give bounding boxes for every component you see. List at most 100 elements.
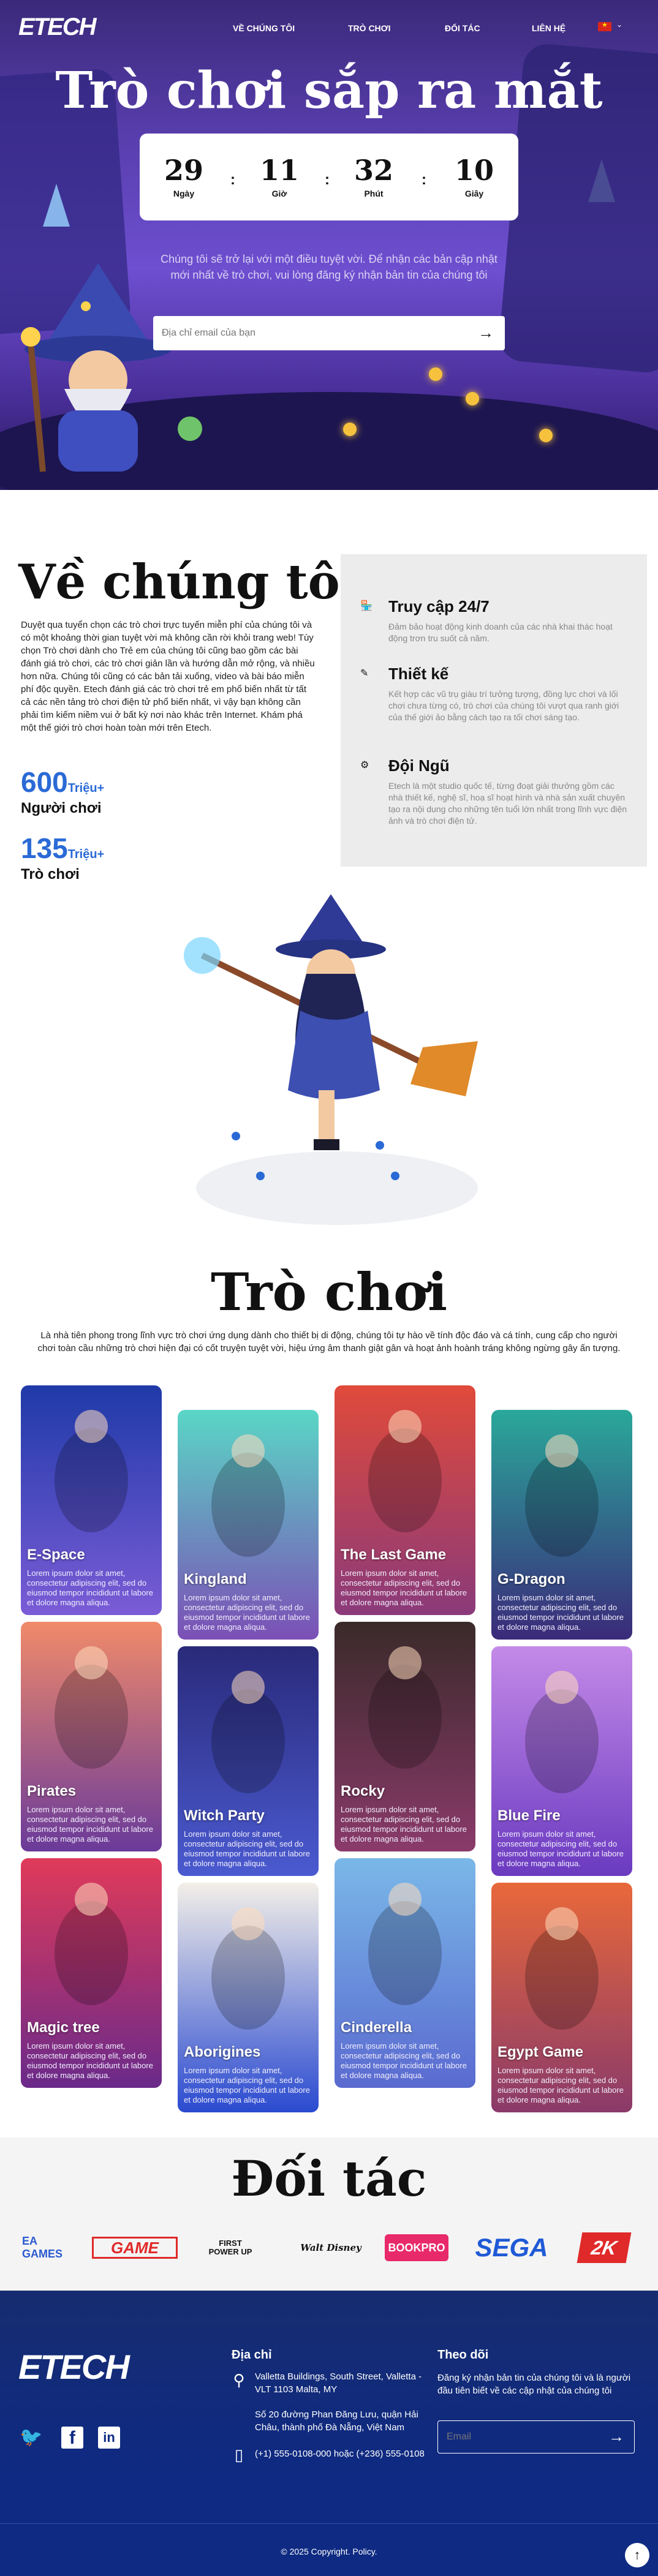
about-text: Duyệt qua tuyển chọn các trò chơi trực t… — [21, 620, 315, 733]
feature-access: 🏪 Truy cập 24/7 Đảm bảo hoạt động kinh d… — [360, 597, 613, 643]
game-card[interactable]: Rocky Lorem ipsum dolor sit amet, consect… — [335, 1622, 475, 1851]
game-card-title: Cinderella — [341, 2019, 412, 2036]
partner-logo-sega[interactable]: SEGA — [467, 2229, 556, 2266]
nav-item-partners[interactable]: ĐỐI TÁC — [445, 23, 480, 33]
follow-text: Đăng ký nhận bản tin của chúng tôi và là… — [437, 2373, 631, 2396]
phone-icon: ▯ — [234, 2446, 244, 2464]
game-card[interactable]: E-Space Lorem ipsum dolor sit amet, conse… — [21, 1385, 162, 1615]
game-card-title: The Last Game — [341, 1546, 447, 1563]
character-silhouette — [525, 1926, 599, 2030]
partner-logo-first-power-up[interactable]: FIRST POWER UP — [206, 2229, 255, 2266]
wizard-illustration — [21, 263, 202, 472]
countdown-separator: : — [230, 171, 235, 188]
follow-heading: Theo dõi — [437, 2348, 489, 2362]
character-silhouette — [211, 1689, 285, 1793]
nav-item-contact[interactable]: LIÊN HỆ — [532, 23, 565, 33]
gold-coin — [343, 423, 357, 436]
arrow-right-icon[interactable]: → — [478, 323, 494, 342]
game-card[interactable]: Kingland Lorem ipsum dolor sit amet, cons… — [178, 1410, 319, 1640]
game-card[interactable]: Witch Party Lorem ipsum dolor sit amet, c… — [178, 1646, 319, 1876]
character-head — [75, 1410, 108, 1443]
character-head — [388, 1883, 422, 1916]
character-silhouette — [55, 1665, 128, 1769]
character-head — [75, 1646, 108, 1679]
stat-games: 135Triệu+ Trò chơi — [21, 832, 105, 883]
linkedin-icon[interactable]: in — [98, 2427, 120, 2449]
footer-email-input[interactable] — [447, 2421, 606, 2453]
character-silhouette — [525, 1453, 599, 1557]
team-icon: ⚙ — [360, 760, 369, 770]
character-head — [545, 1434, 578, 1467]
character-head — [388, 1410, 422, 1443]
nav-item-games[interactable]: TRÒ CHƠI — [348, 23, 391, 33]
character-head — [232, 1671, 265, 1704]
game-card[interactable]: Blue Fire Lorem ipsum dolor sit amet, con… — [491, 1646, 632, 1876]
address-heading: Địa chỉ — [232, 2348, 272, 2362]
game-card[interactable]: The Last Game Lorem ipsum dolor sit amet,… — [335, 1385, 475, 1615]
game-card[interactable]: Egypt Game Lorem ipsum dolor sit amet, co… — [491, 1883, 632, 2112]
hero-title: Trò chơi sắp ra mắt — [55, 61, 603, 120]
countdown-separator: : — [422, 171, 426, 188]
address-line-2: Số 20 đường Phan Đăng Lưu, quận Hải Châu… — [255, 2409, 418, 2433]
witch-illustration — [184, 894, 478, 1225]
game-card[interactable]: Cinderella Lorem ipsum dolor sit amet, co… — [335, 1858, 475, 2088]
chevron-down-icon[interactable]: ⌄ — [616, 20, 622, 29]
game-card-text: Lorem ipsum dolor sit amet, consectetur … — [184, 1829, 310, 1868]
character-silhouette — [211, 1453, 285, 1557]
partners-title: Đối tác — [231, 2150, 427, 2207]
games-description: Là nhà tiên phong trong lĩnh vực trò chơ… — [37, 1330, 621, 1354]
game-card-text: Lorem ipsum dolor sit amet, consectetur … — [184, 1593, 310, 1632]
address-line-1: Valletta Buildings, South Street, Vallet… — [255, 2371, 422, 2395]
facebook-icon[interactable]: f — [61, 2427, 83, 2449]
game-card-title: Aborigines — [184, 2044, 261, 2060]
game-card-title: E-Space — [27, 1546, 85, 1563]
gold-coin — [429, 367, 442, 381]
partner-logo-game[interactable]: GAME — [92, 2237, 178, 2259]
game-card-text: Lorem ipsum dolor sit amet, consectetur … — [497, 2066, 624, 2104]
game-card[interactable]: Magic tree Lorem ipsum dolor sit amet, co… — [21, 1858, 162, 2088]
game-card[interactable]: G-Dragon Lorem ipsum dolor sit amet, cons… — [491, 1410, 632, 1640]
countdown-separator: : — [325, 171, 330, 188]
arrow-right-icon[interactable]: → — [608, 2427, 624, 2446]
twitter-icon[interactable]: 🐦 — [20, 2427, 42, 2448]
footer-logo[interactable]: ETECH — [18, 2347, 130, 2387]
etech-logo[interactable]: ETECH — [18, 13, 97, 41]
game-card-text: Lorem ipsum dolor sit amet, consectetur … — [27, 2041, 153, 2080]
game-card[interactable]: Aborigines Lorem ipsum dolor sit amet, co… — [178, 1883, 319, 2112]
design-icon: ✎ — [360, 668, 369, 679]
hero-section: ETECH VỀ CHÚNG TÔI TRÒ CHƠI ĐỐI TÁC LIÊN… — [0, 0, 658, 490]
back-to-top-button[interactable]: ↑ — [625, 2543, 649, 2567]
countdown-minutes: 32 Phút — [354, 154, 393, 198]
game-card-title: Blue Fire — [497, 1807, 561, 1824]
about-title: Về chúng tôi — [18, 554, 358, 610]
game-card-text: Lorem ipsum dolor sit amet, consectetur … — [497, 1593, 624, 1632]
character-head — [232, 1907, 265, 1940]
crystal-decoration — [43, 184, 70, 227]
game-card-title: Magic tree — [27, 2019, 100, 2036]
email-input[interactable] — [162, 316, 456, 350]
features-panel: 🏪 Truy cập 24/7 Đảm bảo hoạt động kinh d… — [341, 554, 647, 867]
partner-logo-ea[interactable]: EA GAMES — [22, 2229, 65, 2266]
character-head — [545, 1671, 578, 1704]
nav-item-about[interactable]: VỀ CHÚNG TÔI — [233, 23, 295, 33]
character-silhouette — [55, 1901, 128, 2005]
phone-number[interactable]: (+1) 555-0108-000 hoặc (+236) 555-0108 — [255, 2447, 433, 2460]
stat-players: 600Triệu+ Người chơi — [21, 766, 105, 816]
partner-logo-bookpro[interactable]: BOOKPRO — [385, 2234, 448, 2261]
store-icon: 🏪 — [360, 601, 372, 611]
game-card[interactable]: Pirates Lorem ipsum dolor sit amet, conse… — [21, 1622, 162, 1851]
character-silhouette — [211, 1926, 285, 2030]
character-head — [232, 1434, 265, 1467]
partner-logo-disney[interactable]: Walt Disney — [294, 2229, 368, 2266]
copyright: © 2025 Copyright. Policy. — [281, 2547, 377, 2556]
character-silhouette — [368, 1665, 442, 1769]
game-card-text: Lorem ipsum dolor sit amet, consectetur … — [341, 1569, 467, 1607]
feature-design: ✎ Thiết kế Kết hợp các vũ trụ giàu trí t… — [360, 665, 619, 722]
footer-newsletter-form: → — [437, 2420, 635, 2454]
footer-divider — [0, 2523, 658, 2524]
partner-logo-2k[interactable]: 2K — [577, 2232, 632, 2263]
games-title: Trò chơi — [210, 1262, 448, 1322]
vietnam-flag-icon[interactable] — [598, 21, 611, 31]
countdown-seconds: 10 Giây — [454, 154, 494, 198]
game-card-text: Lorem ipsum dolor sit amet, consectetur … — [497, 1829, 624, 1868]
